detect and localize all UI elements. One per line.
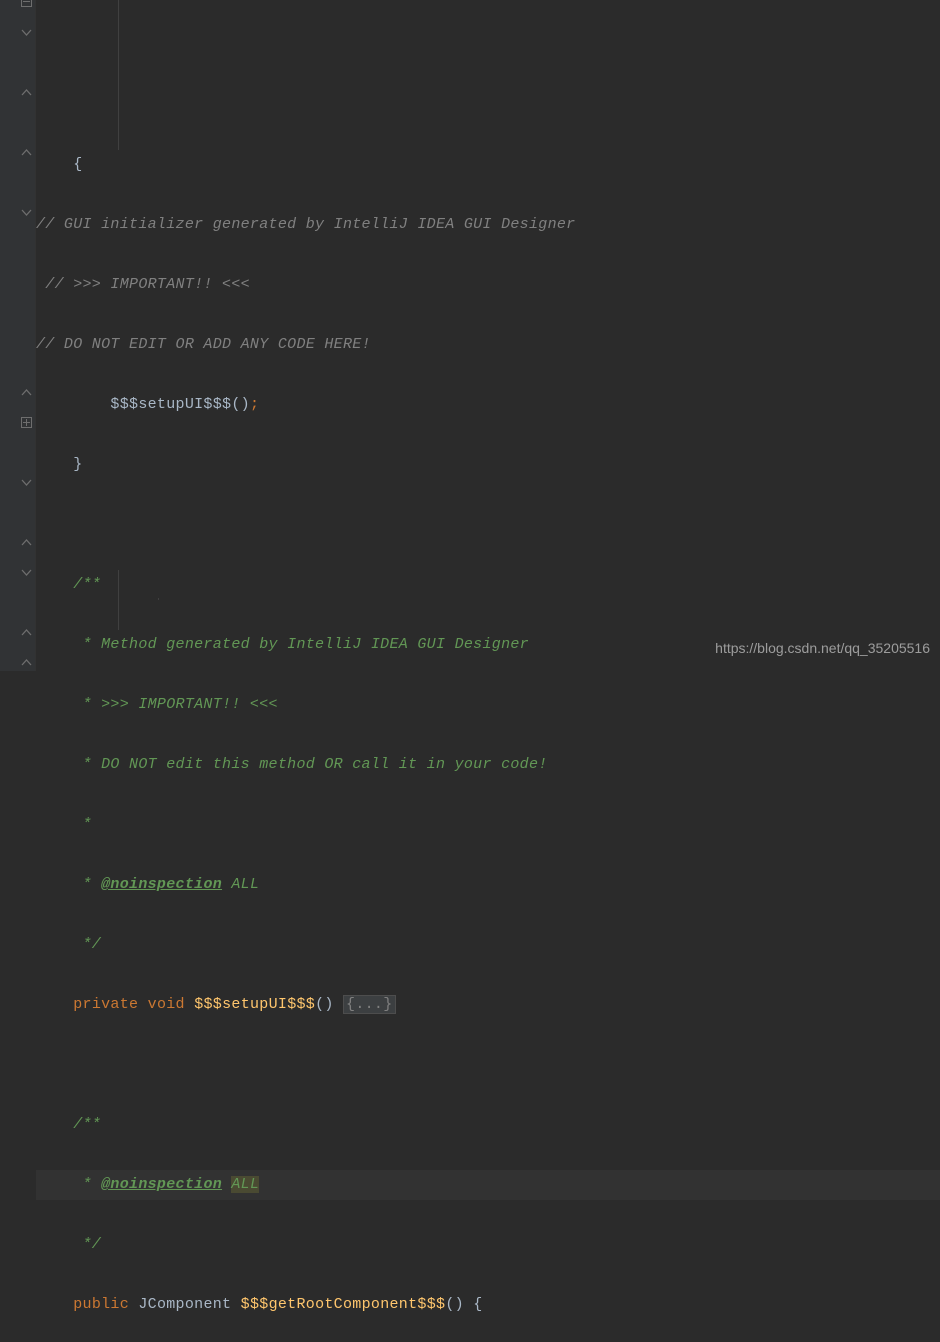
keyword: public [73, 1296, 129, 1313]
method-call: $$$setupUI$$$ [110, 396, 231, 413]
comment: // GUI initializer generated by IntelliJ… [36, 216, 576, 233]
doc-comment: ALL [222, 876, 259, 893]
fold-end-icon[interactable] [21, 147, 32, 158]
fold-expand-icon[interactable] [21, 417, 32, 428]
code-line: * >>> IMPORTANT!! <<< [36, 690, 940, 720]
comment: // DO NOT EDIT OR ADD ANY CODE HERE! [36, 336, 371, 353]
code-line: /** [36, 570, 940, 600]
doc-comment: * Method generated by IntelliJ IDEA GUI … [36, 636, 529, 653]
doc-comment: * [36, 876, 101, 893]
comment: // >>> IMPORTANT!! <<< [36, 276, 250, 293]
code-line-highlighted: * @noinspection ALL [36, 1170, 940, 1200]
method-name: $$$setupUI$$$ [194, 996, 315, 1013]
doc-comment: /** [36, 1116, 101, 1133]
semicolon: ; [250, 396, 259, 413]
doc-tag: @noinspection [101, 876, 222, 893]
doc-comment: * DO NOT edit this method OR call it in … [36, 756, 548, 773]
type: JComponent [138, 1296, 231, 1313]
caret-word: ALL [231, 1176, 259, 1193]
keyword: void [148, 996, 185, 1013]
fold-marker-icon[interactable] [21, 477, 32, 488]
code-line: * DO NOT edit this method OR call it in … [36, 750, 940, 780]
code-line: // >>> IMPORTANT!! <<< [36, 270, 940, 300]
doc-comment: */ [36, 1236, 101, 1253]
doc-tag: @noinspection [101, 1176, 222, 1193]
code-line: */ [36, 930, 940, 960]
doc-comment: * [36, 1176, 101, 1193]
code-line: public JComponent $$$getRootComponent$$$… [36, 1290, 940, 1320]
keyword: private [73, 996, 138, 1013]
code-line: /** [36, 1110, 940, 1140]
code-line [36, 1050, 940, 1080]
parens: () [315, 996, 334, 1013]
folded-block[interactable]: {...} [343, 995, 396, 1014]
fold-end-icon[interactable] [21, 387, 32, 398]
doc-comment: /** [36, 576, 101, 593]
fold-end-icon[interactable] [21, 537, 32, 548]
indent-guide [158, 598, 159, 600]
brace: { [473, 1296, 482, 1313]
method-name: $$$getRootComponent$$$ [241, 1296, 446, 1313]
fold-marker-icon[interactable] [21, 207, 32, 218]
parens: () [231, 396, 250, 413]
indent-guide [118, 0, 119, 150]
fold-marker-icon[interactable] [21, 0, 32, 7]
fold-marker-icon[interactable] [21, 27, 32, 38]
brace: { [36, 156, 83, 173]
code-line: $$$setupUI$$$(); [36, 390, 940, 420]
code-editor[interactable]: { // GUI initializer generated by Intell… [36, 0, 940, 1342]
code-line: // DO NOT EDIT OR ADD ANY CODE HERE! [36, 330, 940, 360]
fold-end-icon[interactable] [21, 627, 32, 638]
parens: () [445, 1296, 464, 1313]
code-line [36, 510, 940, 540]
fold-end-icon[interactable] [21, 657, 32, 668]
fold-end-icon[interactable] [21, 87, 32, 98]
watermark: https://blog.csdn.net/qq_35205516 [715, 633, 930, 663]
doc-comment: * >>> IMPORTANT!! <<< [36, 696, 278, 713]
doc-comment: */ [36, 936, 101, 953]
doc-comment: * [36, 816, 92, 833]
code-line: * @noinspection ALL [36, 870, 940, 900]
indent-guide [118, 570, 119, 630]
code-line: private void $$$setupUI$$$() {...} [36, 990, 940, 1020]
code-line: * [36, 810, 940, 840]
code-line: } [36, 450, 940, 480]
code-line: */ [36, 1230, 940, 1260]
gutter [0, 0, 36, 671]
code-line: { [36, 150, 940, 180]
fold-marker-icon[interactable] [21, 567, 32, 578]
code-line: // GUI initializer generated by IntelliJ… [36, 210, 940, 240]
brace: } [36, 456, 83, 473]
